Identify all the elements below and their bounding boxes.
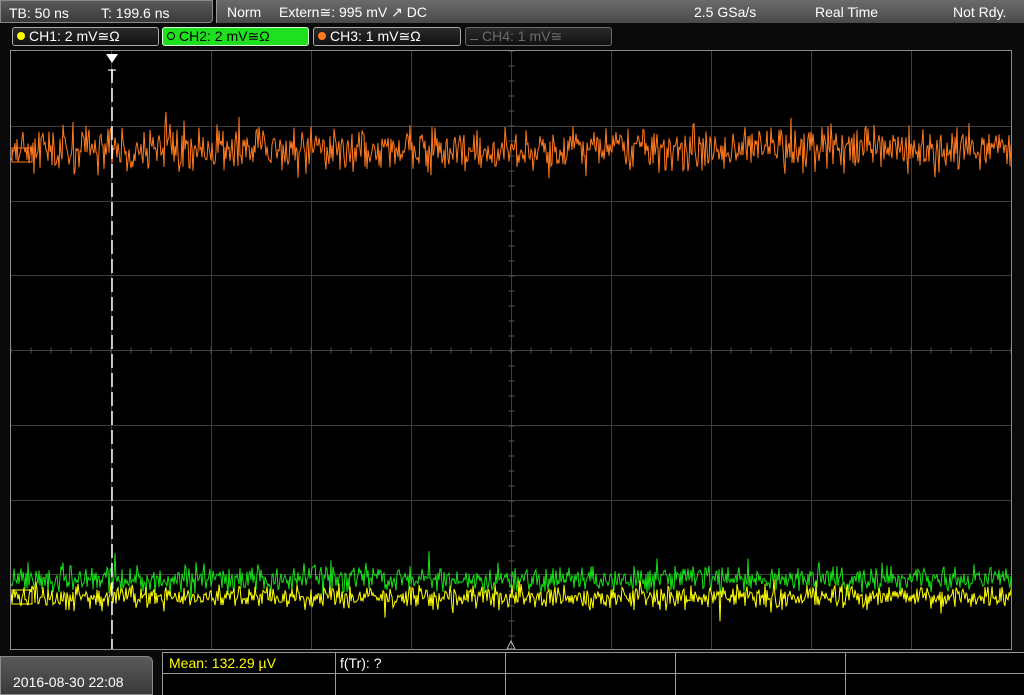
trigger-source: Extern≅: 995 mV ↗ DC <box>279 4 427 20</box>
ch1-label: CH1: 2 mV≅Ω <box>29 28 120 44</box>
measurement-cell-5[interactable] <box>845 653 1024 695</box>
datetime-value: 2016-08-30 22:08 <box>13 674 124 690</box>
acquisition-mode: Real Time <box>815 4 879 20</box>
ch3-label: CH3: 1 mV≅Ω <box>330 28 421 44</box>
trigger-marker-label: T <box>108 66 117 82</box>
ch4-label: CH4: 1 mV≅ <box>482 28 563 44</box>
trigger-position-arrow-icon <box>106 54 118 63</box>
measurement-cell-4[interactable] <box>675 653 845 695</box>
timebase-panel[interactable]: TB: 50 ns T: 199.6 ns <box>0 0 213 23</box>
measurement-mean: Mean: 132.29 µV <box>169 655 276 671</box>
top-status-bar: TB: 50 ns T: 199.6 ns Norm Extern≅: 995 … <box>0 0 1024 24</box>
ch2-indicator-icon <box>167 32 175 40</box>
ch2-label: CH2: 2 mV≅Ω <box>179 28 270 44</box>
ch3-indicator-icon <box>318 32 326 40</box>
measurement-cell-3[interactable] <box>505 653 675 695</box>
trigger-mode: Norm <box>227 4 262 20</box>
timebase-value: TB: 50 ns <box>9 5 69 21</box>
datetime-panel: 2016-08-30 22:08 <box>0 656 153 695</box>
waveform-display[interactable]: T <box>10 50 1012 650</box>
measurement-cell-1[interactable]: Mean: 132.29 µV <box>162 653 335 695</box>
trigger-time-value: T: 199.6 ns <box>101 5 170 21</box>
ch1-indicator-icon <box>17 32 25 40</box>
measurement-rise-freq: f(Tr): ? <box>340 655 382 671</box>
channel-tab-ch2[interactable]: CH2: 2 mV≅Ω <box>162 27 309 46</box>
sample-rate: 2.5 GSa/s <box>694 4 757 20</box>
trigger-status: Not Rdy. <box>953 4 1007 20</box>
waveform-plot: T <box>11 51 1011 649</box>
measurement-panel[interactable]: Mean: 132.29 µV f(Tr): ? <box>162 652 1024 695</box>
acquisition-status-panel[interactable]: Norm Extern≅: 995 mV ↗ DC 2.5 GSa/s Real… <box>216 0 1024 23</box>
measurement-cell-2[interactable]: f(Tr): ? <box>335 653 505 695</box>
ch4-indicator-icon <box>470 39 478 40</box>
channel-tab-ch4[interactable]: CH4: 1 mV≅ <box>465 27 612 46</box>
channel-tab-ch3[interactable]: CH3: 1 mV≅Ω <box>313 27 461 46</box>
measurement-row-divider <box>162 673 1024 674</box>
channel-tab-ch1[interactable]: CH1: 2 mV≅Ω <box>12 27 159 46</box>
